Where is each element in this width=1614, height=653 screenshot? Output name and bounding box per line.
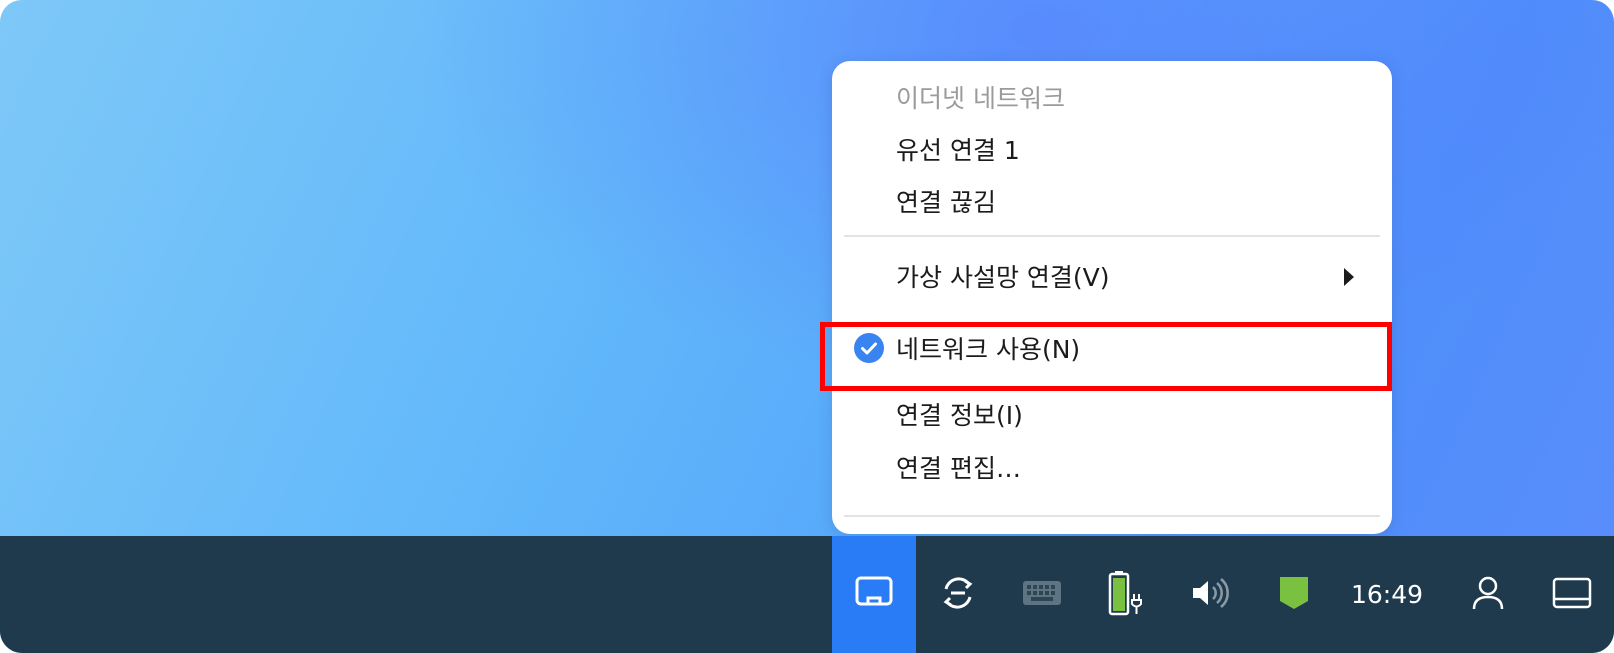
show-desktop-icon bbox=[1552, 577, 1592, 613]
menu-item-label: 이더넷 네트워크 bbox=[896, 84, 1065, 113]
menu-separator bbox=[844, 515, 1380, 517]
taskbar-clock[interactable]: 16:49 bbox=[1342, 536, 1432, 653]
shield-tray-button[interactable] bbox=[1252, 536, 1336, 653]
sync-icon bbox=[938, 573, 978, 617]
menu-item-disconnect[interactable]: 연결 끊김 bbox=[832, 178, 1392, 224]
network-context-menu: 이더넷 네트워크 유선 연결 1 연결 끊김 가상 사설망 연결(V) 네트워크… bbox=[832, 61, 1392, 534]
menu-item-label: 유선 연결 1 bbox=[896, 136, 1020, 165]
menu-item-ethernet-header: 이더넷 네트워크 bbox=[832, 74, 1392, 120]
menu-item-label: 연결 정보(I) bbox=[896, 401, 1023, 430]
desktop: 이더넷 네트워크 유선 연결 1 연결 끊김 가상 사설망 연결(V) 네트워크… bbox=[0, 0, 1614, 653]
menu-item-vpn-connections[interactable]: 가상 사설망 연결(V) bbox=[832, 253, 1392, 299]
menu-separator bbox=[844, 235, 1380, 237]
keyboard-icon bbox=[1022, 580, 1062, 610]
menu-item-label: 연결 편집… bbox=[896, 454, 1021, 483]
sync-tray-button[interactable] bbox=[916, 536, 1000, 653]
volume-icon bbox=[1190, 576, 1230, 614]
user-tray-button[interactable] bbox=[1446, 536, 1530, 653]
highlight-annotation-box bbox=[820, 322, 1392, 391]
submenu-arrow-icon bbox=[1344, 268, 1354, 286]
menu-item-edit-connections[interactable]: 연결 편집… bbox=[832, 444, 1392, 490]
battery-tray-button[interactable] bbox=[1084, 536, 1168, 653]
network-icon bbox=[855, 576, 893, 614]
volume-tray-button[interactable] bbox=[1168, 536, 1252, 653]
menu-item-label: 가상 사설망 연결(V) bbox=[896, 263, 1110, 292]
keyboard-tray-button[interactable] bbox=[1000, 536, 1084, 653]
network-tray-button[interactable] bbox=[832, 536, 916, 653]
user-icon bbox=[1471, 575, 1505, 615]
shield-icon bbox=[1278, 575, 1310, 615]
taskbar: 16:49 bbox=[0, 536, 1614, 653]
menu-item-wired-connection-1[interactable]: 유선 연결 1 bbox=[832, 126, 1392, 172]
menu-item-connection-info[interactable]: 연결 정보(I) bbox=[832, 391, 1392, 437]
menu-item-label: 연결 끊김 bbox=[896, 188, 996, 217]
battery-charging-icon bbox=[1108, 570, 1144, 620]
show-desktop-button[interactable] bbox=[1530, 536, 1614, 653]
